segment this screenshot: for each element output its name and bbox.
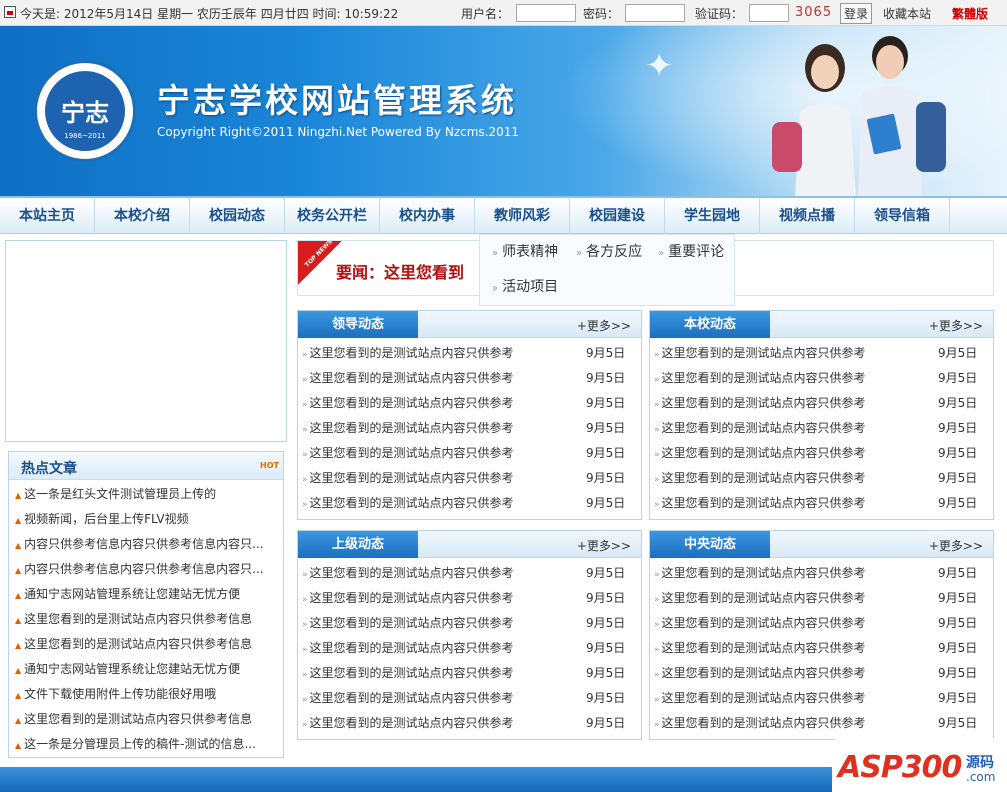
list-item[interactable]: 视频新闻，后台里上传FLV视频 [15,510,188,527]
hot-articles-title: 热点文章 [21,461,77,477]
nav-item-home[interactable]: 本站主页 [0,198,95,234]
site-banner: ✦ 宁志 1986~2011 宁志学校网站管理系统 Copyright Righ… [0,26,1007,196]
watermark-brand: ASP300 [838,750,962,785]
nav-item-teacher-style[interactable]: 教师风彩 [475,198,570,234]
teacher-style-submenu: 师表精神 各方反应 重要评论 活动项目 [479,234,735,306]
table-row[interactable]: 这里您看到的是测试站点内容只供参考9月5日 [302,394,636,411]
logo-year: 1986~2011 [64,132,106,140]
main-nav: 本站主页 本校介绍 校园动态 校务公开栏 校内办事 教师风彩 校园建设 学生园地… [0,196,1007,234]
panel-leader-news: 领导动态 +更多>> 这里您看到的是测试站点内容只供参考9月5日 这里您看到的是… [297,310,642,520]
table-row[interactable]: 这里您看到的是测试站点内容只供参考9月5日 [654,394,988,411]
panel-title: 中央动态 [650,531,770,558]
submenu-item[interactable]: 重要评论 [658,241,724,261]
table-row[interactable]: 这里您看到的是测试站点内容只供参考9月5日 [302,344,636,361]
nav-item-internal-affairs[interactable]: 校内办事 [380,198,475,234]
list-item[interactable]: 文件下载使用附件上传功能很好用哦 [15,685,216,702]
table-row[interactable]: 这里您看到的是测试站点内容只供参考9月5日 [302,469,636,486]
table-row[interactable]: 这里您看到的是测试站点内容只供参考9月5日 [654,419,988,436]
list-item[interactable]: 内容只供参考信息内容只供参考信息内容只... [15,560,263,577]
logo-text: 宁志 [61,99,109,127]
captcha-input[interactable] [749,4,789,22]
password-label: 密码： [583,7,620,21]
bookmark-link[interactable]: 收藏本站 [883,5,931,22]
watermark-sub1: 源码 [966,755,994,771]
table-row[interactable]: 这里您看到的是测试站点内容只供参考9月5日 [302,614,636,631]
table-row[interactable]: 这里您看到的是测试站点内容只供参考9月5日 [302,494,636,511]
username-input[interactable] [516,4,576,22]
more-link[interactable]: +更多>> [577,537,631,554]
table-row[interactable]: 这里您看到的是测试站点内容只供参考9月5日 [302,714,636,731]
panel-superior-news: 上级动态 +更多>> 这里您看到的是测试站点内容只供参考9月5日 这里您看到的是… [297,530,642,740]
table-row[interactable]: 这里您看到的是测试站点内容只供参考9月5日 [654,444,988,461]
list-item[interactable]: 这里您看到的是测试站点内容只供参考信息 [15,610,252,627]
copyright-text: Copyright Right©2011 Ningzhi.Net Powered… [157,125,520,139]
nav-item-campus-news[interactable]: 校园动态 [190,198,285,234]
watermark-sub2: .com [966,770,996,784]
table-row[interactable]: 这里您看到的是测试站点内容只供参考9月5日 [654,589,988,606]
list-item[interactable]: 通知宁志网站管理系统让您建站无忧方便 [15,585,240,602]
list-item[interactable]: 这一条是红头文件测试管理员上传的 [15,485,216,502]
students-illustration [772,36,946,196]
captcha-label: 验证码： [695,7,744,21]
table-row[interactable]: 这里您看到的是测试站点内容只供参考9月5日 [302,664,636,681]
table-row[interactable]: 这里您看到的是测试站点内容只供参考9月5日 [654,614,988,631]
table-row[interactable]: 这里您看到的是测试站点内容只供参考9月5日 [654,369,988,386]
submenu-item[interactable]: 师表精神 [492,241,558,261]
table-row[interactable]: 这里您看到的是测试站点内容只供参考9月5日 [654,689,988,706]
nav-item-video-on-demand[interactable]: 视频点播 [760,198,855,234]
site-title: 宁志学校网站管理系统 [157,81,517,120]
submenu-item[interactable]: 活动项目 [492,276,558,296]
traditional-chinese-link[interactable]: 繁體版 [952,5,988,22]
school-logo: 宁志 1986~2011 [34,60,136,162]
table-row[interactable]: 这里您看到的是测试站点内容只供参考9月5日 [654,344,988,361]
hot-articles-panel: 热点文章 HOT 这一条是红头文件测试管理员上传的 视频新闻，后台里上传FLV视… [8,451,284,758]
password-input[interactable] [625,4,685,22]
panel-title: 上级动态 [298,531,418,558]
nav-item-leader-mailbox[interactable]: 领导信箱 [855,198,950,234]
list-item[interactable]: 这里您看到的是测试站点内容只供参考信息 [15,710,252,727]
table-row[interactable]: 这里您看到的是测试站点内容只供参考9月5日 [654,469,988,486]
top-bar: 今天是: 2012年5月14日 星期一 农历壬辰年 四月廿四 时间: 10:59… [0,0,1007,26]
list-item[interactable]: 这一条是分管理员上传的稿件-测试的信息... [15,735,256,752]
login-button[interactable]: 登录 [840,3,873,24]
date-time-text: 今天是: 2012年5月14日 星期一 农历壬辰年 四月廿四 时间: 10:59… [20,7,399,21]
more-link[interactable]: +更多>> [929,317,983,334]
table-row[interactable]: 这里您看到的是测试站点内容只供参考9月5日 [302,419,636,436]
table-row[interactable]: 这里您看到的是测试站点内容只供参考9月5日 [654,494,988,511]
nav-item-student-garden[interactable]: 学生园地 [665,198,760,234]
star-decoration: ✦ [645,46,674,86]
table-row[interactable]: 这里您看到的是测试站点内容只供参考9月5日 [302,689,636,706]
table-row[interactable]: 这里您看到的是测试站点内容只供参考9月5日 [654,564,988,581]
table-row[interactable]: 这里您看到的是测试站点内容只供参考9月5日 [654,639,988,656]
hot-articles-header: 热点文章 HOT [9,452,283,480]
table-row[interactable]: 这里您看到的是测试站点内容只供参考9月5日 [302,444,636,461]
submenu-item[interactable]: 各方反应 [576,241,642,261]
nav-item-affairs-public[interactable]: 校务公开栏 [285,198,380,234]
media-box [5,240,287,442]
more-link[interactable]: +更多>> [577,317,631,334]
calendar-icon [4,6,16,18]
username-label: 用户名： [461,7,510,21]
headline-text[interactable]: 要闻：这里您看到 [336,259,464,283]
panel-title: 本校动态 [650,311,770,338]
table-row[interactable]: 这里您看到的是测试站点内容只供参考9月5日 [654,714,988,731]
table-row[interactable]: 这里您看到的是测试站点内容只供参考9月5日 [302,639,636,656]
panel-title: 领导动态 [298,311,418,338]
list-item[interactable]: 这里您看到的是测试站点内容只供参考信息 [15,635,252,652]
panel-central-news: 中央动态 +更多>> 这里您看到的是测试站点内容只供参考9月5日 这里您看到的是… [649,530,994,740]
watermark-logo: ASP300 源码 .com [832,738,1007,792]
table-row[interactable]: 这里您看到的是测试站点内容只供参考9月5日 [302,589,636,606]
captcha-code: 3065 [795,5,833,20]
table-row[interactable]: 这里您看到的是测试站点内容只供参考9月5日 [654,664,988,681]
table-row[interactable]: 这里您看到的是测试站点内容只供参考9月5日 [302,564,636,581]
nav-item-school-intro[interactable]: 本校介绍 [95,198,190,234]
nav-item-campus-construction[interactable]: 校园建设 [570,198,665,234]
hot-icon: HOT [260,461,279,470]
more-link[interactable]: +更多>> [929,537,983,554]
table-row[interactable]: 这里您看到的是测试站点内容只供参考9月5日 [302,369,636,386]
list-item[interactable]: 通知宁志网站管理系统让您建站无忧方便 [15,660,240,677]
panel-school-news: 本校动态 +更多>> 这里您看到的是测试站点内容只供参考9月5日 这里您看到的是… [649,310,994,520]
list-item[interactable]: 内容只供参考信息内容只供参考信息内容只... [15,535,263,552]
